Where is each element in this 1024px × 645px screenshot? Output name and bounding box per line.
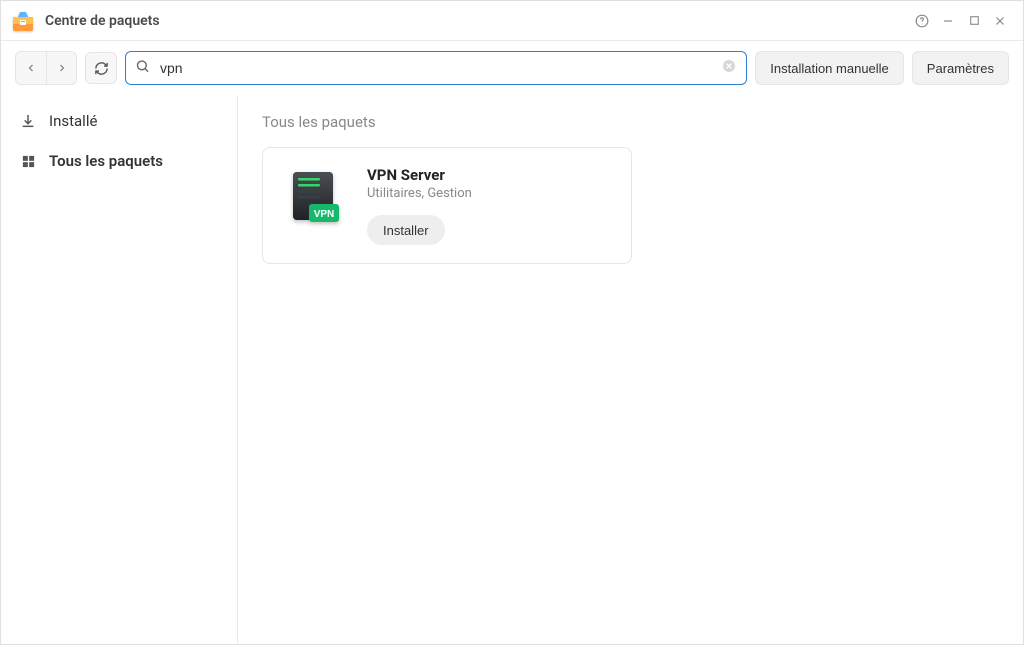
grid-icon [19, 154, 37, 169]
sidebar-item-label: Tous les paquets [49, 152, 163, 170]
sidebar-item-label: Installé [49, 112, 97, 130]
titlebar: Centre de paquets [1, 1, 1023, 41]
sidebar: Installé Tous les paquets [1, 95, 238, 644]
close-button[interactable] [987, 8, 1013, 34]
section-title: Tous les paquets [262, 113, 999, 131]
vpn-server-icon: VPN [283, 166, 347, 230]
search-input[interactable] [125, 51, 747, 85]
app-icon [11, 9, 35, 33]
download-icon [19, 113, 37, 129]
app-window: Centre de paquets [0, 0, 1024, 645]
svg-text:VPN: VPN [314, 209, 335, 220]
package-category: Utilitaires, Gestion [367, 186, 611, 201]
forward-button[interactable] [46, 52, 76, 84]
package-name: VPN Server [367, 166, 611, 184]
maximize-button[interactable] [961, 8, 987, 34]
clear-search-icon[interactable] [721, 58, 737, 78]
package-info: VPN Server Utilitaires, Gestion Installe… [367, 166, 611, 245]
body: Installé Tous les paquets Tous les paque… [1, 95, 1023, 644]
install-button-label: Installer [383, 223, 429, 238]
sidebar-item-all-packages[interactable]: Tous les paquets [1, 141, 237, 181]
minimize-button[interactable] [935, 8, 961, 34]
window-title: Centre de paquets [45, 13, 160, 29]
content: Tous les paquets [238, 95, 1023, 644]
package-card[interactable]: VPN VPN Server Utilitaires, Gestion Inst… [262, 147, 632, 264]
install-button[interactable]: Installer [367, 215, 445, 245]
refresh-button[interactable] [85, 52, 117, 84]
sidebar-item-installed[interactable]: Installé [1, 101, 237, 141]
search-wrap [125, 51, 747, 85]
manual-install-button[interactable]: Installation manuelle [755, 51, 904, 85]
nav-group [15, 51, 77, 85]
settings-label: Paramètres [927, 61, 994, 76]
settings-button[interactable]: Paramètres [912, 51, 1009, 85]
toolbar: Installation manuelle Paramètres [1, 41, 1023, 95]
help-button[interactable] [909, 8, 935, 34]
manual-install-label: Installation manuelle [770, 61, 889, 76]
search-icon [135, 59, 150, 78]
back-button[interactable] [16, 52, 46, 84]
